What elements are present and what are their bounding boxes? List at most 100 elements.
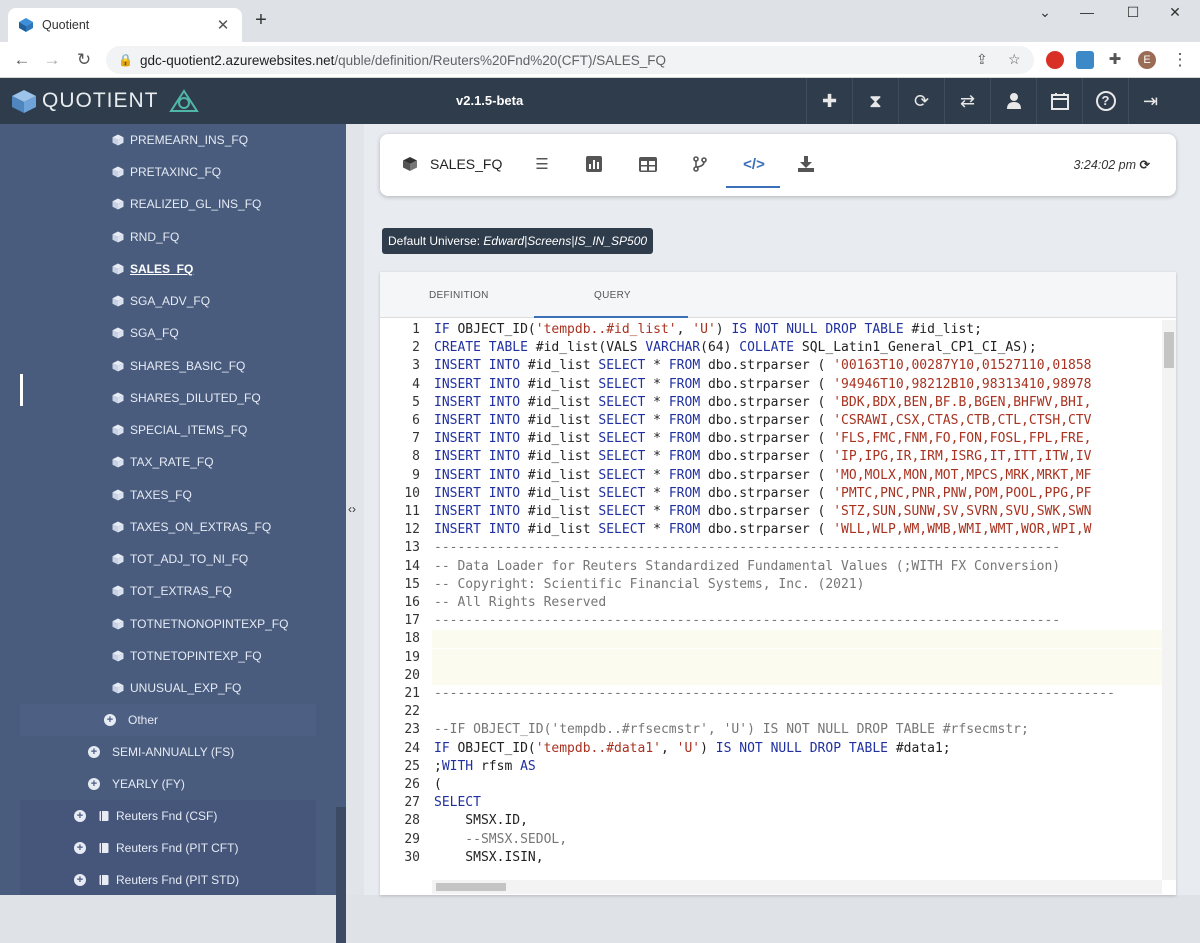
profile-avatar[interactable]: E (1138, 51, 1156, 69)
sync-button[interactable]: ⇄ (944, 78, 990, 124)
sidebar-item[interactable]: SGA_FQ (20, 317, 316, 349)
code-line: --SMSX.SEDOL, (434, 831, 568, 847)
sidebar-group[interactable]: + Other (20, 704, 316, 736)
chart-view-button[interactable] (580, 150, 608, 178)
hscroll-thumb[interactable] (436, 883, 506, 891)
cube-icon (112, 166, 124, 178)
browser-menu-icon[interactable]: ⋮ (1168, 48, 1192, 72)
quotient-logo[interactable]: QUOTIENT (10, 88, 199, 114)
sidebar-item[interactable]: TAXES_ON_EXTRAS_FQ (20, 511, 316, 543)
close-window-icon[interactable]: ✕ (1160, 4, 1190, 28)
back-icon[interactable]: ← (10, 48, 34, 72)
editor-vertical-scrollbar[interactable] (1162, 320, 1176, 880)
sidebar-scrollbar[interactable] (336, 807, 346, 943)
vscroll-thumb[interactable] (1164, 332, 1174, 368)
expand-icon[interactable]: + (74, 810, 86, 822)
sidebar-collapse-handle[interactable]: ‹› (346, 124, 364, 895)
extension-reader-icon[interactable] (1076, 51, 1094, 69)
refresh-icon: ⟳ (913, 90, 930, 111)
sidebar-group[interactable]: + Reuters Fnd (CSF) (20, 800, 316, 832)
minimize-icon[interactable]: — (1072, 4, 1102, 28)
tab-query[interactable]: QUERY (594, 290, 631, 301)
expand-icon[interactable]: + (88, 746, 100, 758)
expand-icon[interactable]: + (88, 778, 100, 790)
sidebar-item-label: SGA_FQ (130, 326, 179, 340)
code-line: INSERT INTO #id_list SELECT * FROM dbo.s… (434, 376, 1092, 392)
expand-icon[interactable]: + (74, 842, 86, 854)
calendar-icon (1050, 93, 1069, 110)
cube-icon (112, 327, 124, 339)
sidebar-item[interactable]: PRETAXINC_FQ (20, 156, 316, 188)
empty-line-highlight (432, 648, 1176, 667)
reload-icon[interactable]: ↻ (72, 48, 96, 72)
sidebar-item[interactable]: SPECIAL_ITEMS_FQ (20, 414, 316, 446)
book-icon (99, 811, 109, 821)
lock-icon: 🔒 (118, 53, 133, 67)
calendar-button[interactable] (1036, 78, 1082, 124)
add-button[interactable]: ✚ (806, 78, 852, 124)
download-button[interactable] (792, 150, 820, 178)
editor-horizontal-scrollbar[interactable] (432, 880, 1162, 894)
share-icon[interactable]: ⇪ (976, 51, 988, 68)
refresh-time-icon[interactable]: ⟳ (1140, 158, 1150, 172)
sidebar-item[interactable]: UNUSUAL_EXP_FQ (20, 672, 316, 704)
maximize-icon[interactable]: ☐ (1118, 4, 1148, 28)
branch-view-button[interactable] (686, 150, 714, 178)
address-bar[interactable]: 🔒 gdc-quotient2.azurewebsites.net/quble/… (106, 46, 1034, 74)
forward-icon[interactable]: → (40, 48, 64, 72)
quotient-favicon-icon (19, 18, 33, 32)
sidebar-group-label: Other (128, 713, 159, 727)
chevron-down-icon[interactable]: ⌄ (1030, 4, 1060, 28)
table-view-button[interactable] (634, 150, 662, 178)
branch-icon (693, 156, 707, 172)
sidebar-item[interactable]: TOT_EXTRAS_FQ (20, 575, 316, 607)
sidebar-group[interactable]: + SEMI-ANNUALLY (FS) (20, 736, 316, 768)
universe-value: Edward|Screens|IS_IN_SP500 (483, 234, 648, 248)
new-tab-icon[interactable]: + (250, 10, 272, 32)
user-button[interactable] (990, 78, 1036, 124)
sidebar-group[interactable]: + YEARLY (FY) (20, 768, 316, 800)
jobs-button[interactable]: ⧗ (852, 78, 898, 124)
browser-tab[interactable]: Quotient ✕ (8, 8, 242, 42)
sidebar-group[interactable]: + Reuters Fnd (PIT CFT) (20, 832, 316, 864)
close-tab-icon[interactable]: ✕ (214, 16, 232, 34)
refresh-button[interactable]: ⟳ (898, 78, 944, 124)
expand-icon[interactable]: + (104, 714, 116, 726)
code-editor[interactable]: 1 2 3 4 5 6 7 8 9 10 11 12 13 14 15 16 17 18 19 20 21 22 23 24 2… (380, 320, 1176, 895)
list-view-button[interactable]: ☰ (528, 150, 556, 178)
sidebar-item[interactable]: SALES_FQ (20, 253, 316, 285)
bookmark-star-icon[interactable]: ☆ (1008, 51, 1021, 68)
help-button[interactable]: ? (1082, 78, 1128, 124)
extension-opera-icon[interactable] (1046, 51, 1064, 69)
logout-button[interactable]: ⇥ (1128, 78, 1200, 124)
help-icon: ? (1095, 91, 1116, 111)
sidebar-item[interactable]: PREMEARN_INS_FQ (20, 124, 316, 156)
sidebar-item[interactable]: TOT_ADJ_TO_NI_FQ (20, 543, 316, 575)
code-view-button[interactable]: </> (740, 150, 768, 178)
code-line: ----------------------------------------… (434, 540, 1061, 556)
line-number: 14 (404, 558, 420, 574)
refresh-time: 3:24:02 pm (1073, 158, 1137, 172)
cube-icon (112, 456, 124, 468)
sidebar-item[interactable]: REALIZED_GL_INS_FQ (20, 188, 316, 220)
sidebar-group[interactable]: + Reuters Fnd (PIT STD) (20, 864, 316, 895)
sidebar-item[interactable]: SHARES_BASIC_FQ (20, 350, 316, 382)
tab-definition[interactable]: DEFINITION (429, 290, 489, 301)
expand-icon[interactable]: + (74, 874, 86, 886)
sidebar-item[interactable]: SGA_ADV_FQ (20, 285, 316, 317)
last-updated: 3:24:02 pm ⟳ (1073, 157, 1150, 172)
line-gutter: 1 2 3 4 5 6 7 8 9 10 11 12 13 14 15 16 17 18 19 20 21 22 23 24 2… (380, 320, 430, 895)
code-line: SMSX.ID, (434, 813, 528, 829)
sidebar-item[interactable]: SHARES_DILUTED_FQ (20, 382, 316, 414)
sidebar-item[interactable]: RND_FQ (20, 221, 316, 253)
extensions-puzzle-icon[interactable]: ✚ (1106, 51, 1124, 69)
list-icon: ☰ (535, 156, 549, 173)
sidebar-item[interactable]: TOTNETNONOPINTEXP_FQ (20, 608, 316, 640)
line-number: 30 (404, 849, 420, 865)
sidebar-item[interactable]: TOTNETOPINTEXP_FQ (20, 640, 316, 672)
cube-icon (112, 424, 124, 436)
sidebar-item[interactable]: TAX_RATE_FQ (20, 446, 316, 478)
sidebar-item[interactable]: TAXES_FQ (20, 479, 316, 511)
cube-icon (112, 682, 124, 694)
sidebar-item-label: TAX_RATE_FQ (130, 455, 214, 469)
